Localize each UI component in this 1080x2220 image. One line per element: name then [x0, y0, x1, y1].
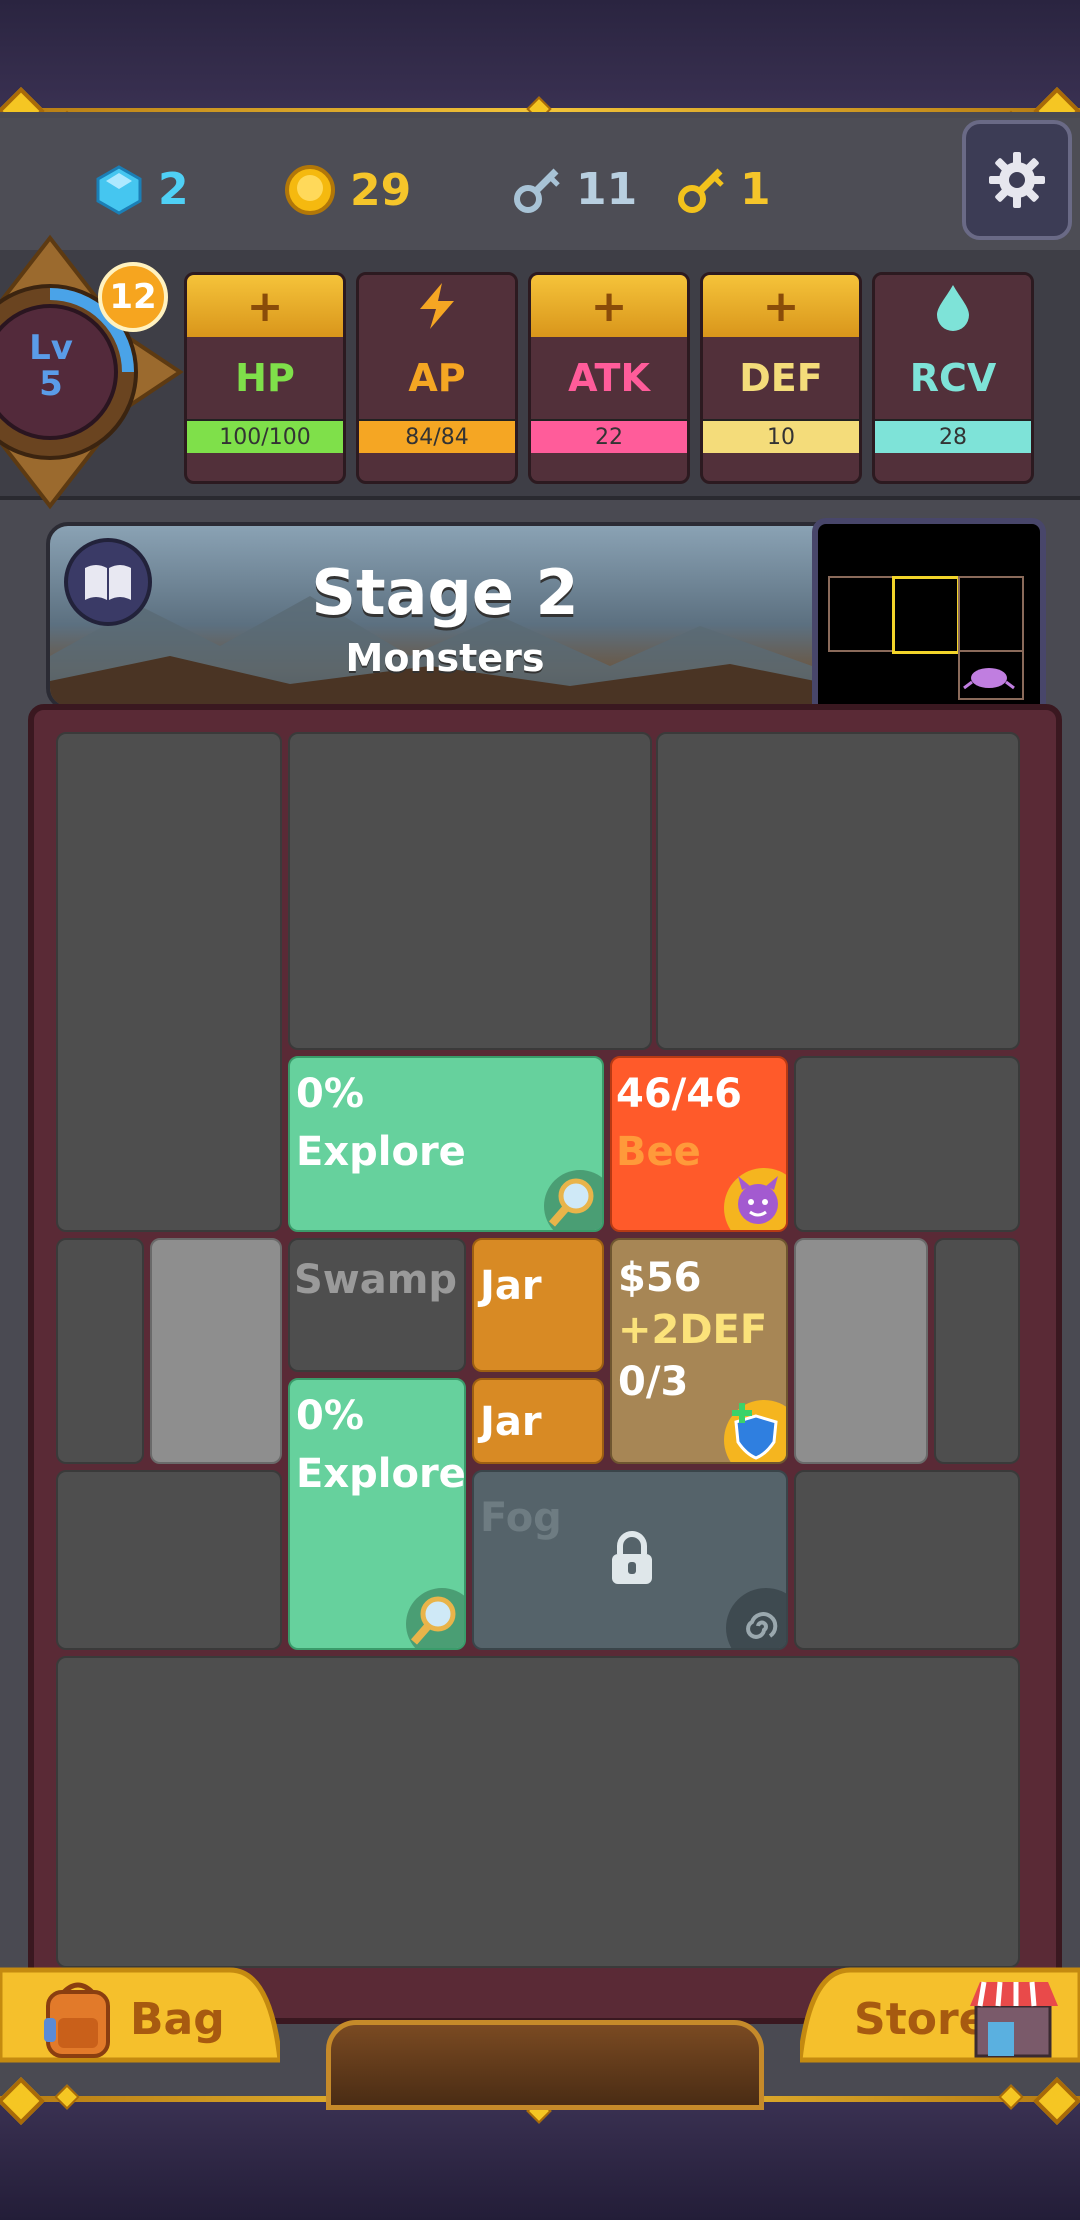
- silver-key-count: 11: [576, 164, 638, 215]
- hidden-tile[interactable]: [56, 1238, 144, 1464]
- hidden-tile[interactable]: [934, 1238, 1020, 1464]
- stage-banner: Stage 2 Monsters: [46, 522, 844, 710]
- devil-icon: [724, 1168, 786, 1230]
- hp-plus-button[interactable]: +: [187, 275, 343, 337]
- spiral-icon: [726, 1588, 786, 1648]
- jar-tile[interactable]: Jar: [472, 1238, 604, 1372]
- stage-title: Stage 2: [311, 556, 579, 629]
- coin-count: 29: [350, 164, 412, 216]
- hidden-tile[interactable]: [288, 732, 652, 1050]
- silver-key-icon: [514, 168, 560, 213]
- stage-subtitle: Monsters: [345, 636, 545, 680]
- drop-icon: [937, 285, 969, 331]
- lightning-icon: [420, 283, 454, 329]
- explore-tile[interactable]: 0% Explore: [288, 1378, 466, 1650]
- ap-icon-area: [359, 275, 515, 337]
- monster-icon: [963, 668, 1015, 690]
- fog-tile[interactable]: Fog: [472, 1470, 788, 1650]
- resource-bar: 2 29 11 1: [0, 118, 1080, 250]
- store-button[interactable]: Store: [800, 1960, 1080, 2080]
- gold-key-count: 1: [740, 164, 771, 215]
- minimap-room: [958, 576, 1024, 652]
- hidden-tile[interactable]: [56, 732, 282, 1232]
- hidden-tile[interactable]: [56, 1470, 282, 1650]
- atk-label: ATK: [568, 356, 650, 400]
- explore-percent: 0%: [296, 1071, 364, 1117]
- bee-hp: 46/46: [616, 1071, 742, 1117]
- explore-label: Explore: [296, 1129, 466, 1175]
- magnifier-icon: [544, 1170, 602, 1230]
- atk-value: 22: [531, 419, 687, 453]
- explore-label: Explore: [296, 1451, 466, 1497]
- book-icon: [85, 565, 131, 600]
- stat-card-def: + DEF 10: [700, 272, 862, 484]
- gem-count: 2: [158, 164, 189, 215]
- minimap-monster-room: [958, 650, 1024, 700]
- fog-label: Fog: [480, 1495, 562, 1541]
- minimap[interactable]: [812, 518, 1046, 720]
- hidden-tile[interactable]: [794, 1470, 1020, 1650]
- bee-label: Bee: [616, 1129, 701, 1175]
- stat-card-rcv: RCV 28: [872, 272, 1034, 484]
- rcv-label: RCV: [909, 356, 997, 400]
- explore-tile[interactable]: 0% Explore: [288, 1056, 604, 1232]
- top-frame: [0, 0, 1080, 112]
- explore-percent: 0%: [296, 1393, 364, 1439]
- gem-icon: [96, 164, 142, 215]
- minimap-current-room: [892, 576, 960, 654]
- bag-button[interactable]: Bag: [0, 1960, 280, 2080]
- settings-button[interactable]: [962, 120, 1072, 240]
- shop-price: $56: [618, 1255, 702, 1301]
- def-label: DEF: [739, 356, 823, 400]
- hp-value: 100/100: [187, 419, 343, 453]
- level-value: 5: [39, 364, 63, 404]
- def-plus-button[interactable]: +: [703, 275, 859, 337]
- level-badge: Lv 5 12: [0, 232, 190, 512]
- hidden-tile[interactable]: [656, 732, 1020, 1050]
- rcv-icon-area: [875, 275, 1031, 337]
- lock-icon: [612, 1531, 652, 1584]
- stat-card-ap: AP 84/84: [356, 272, 518, 484]
- gem-counter: 2: [94, 164, 189, 215]
- coin-icon: [285, 165, 335, 215]
- shield-plus-icon: [724, 1400, 786, 1462]
- def-value: 10: [703, 419, 859, 453]
- gold-key-counter: 1: [676, 164, 771, 215]
- jar-label: Jar: [480, 1399, 542, 1445]
- hp-label: HP: [235, 356, 295, 400]
- gear-icon: [989, 152, 1045, 208]
- enemy-tile-bee[interactable]: 46/46 Bee: [610, 1056, 788, 1232]
- revealed-empty-tile[interactable]: [150, 1238, 282, 1464]
- silver-key-counter: 11: [512, 164, 637, 215]
- bag-label: Bag: [130, 1994, 225, 2045]
- jar-tile[interactable]: Jar: [472, 1378, 604, 1464]
- ap-label: AP: [408, 356, 466, 400]
- shop-effect: +2DEF: [618, 1307, 768, 1353]
- shop-stall-icon: [970, 1981, 1058, 2058]
- shop-stock: 0/3: [618, 1359, 689, 1405]
- backpack-icon: [44, 1982, 110, 2058]
- hidden-tile[interactable]: [794, 1056, 1020, 1232]
- gold-key-icon: [678, 168, 724, 213]
- book-button[interactable]: [64, 538, 152, 626]
- stat-card-hp: + HP 100/100: [184, 272, 346, 484]
- shop-tile[interactable]: $56 +2DEF 0/3: [610, 1238, 788, 1464]
- stat-card-atk: + ATK 22: [528, 272, 690, 484]
- rcv-value: 28: [875, 419, 1031, 453]
- jar-label: Jar: [480, 1263, 542, 1309]
- hidden-tile[interactable]: [56, 1656, 1020, 1968]
- atk-plus-button[interactable]: +: [531, 275, 687, 337]
- swamp-tile[interactable]: Swamp: [288, 1238, 466, 1372]
- magnifier-icon: [406, 1588, 464, 1648]
- swamp-label: Swamp: [294, 1257, 458, 1303]
- ap-value: 84/84: [359, 419, 515, 453]
- center-menu-handle[interactable]: [326, 2020, 764, 2110]
- coin-counter: 29: [284, 164, 411, 216]
- revealed-empty-tile[interactable]: [794, 1238, 928, 1464]
- minimap-room: [828, 576, 894, 652]
- level-label: Lv: [29, 328, 73, 368]
- stat-points-badge: 12: [98, 262, 168, 332]
